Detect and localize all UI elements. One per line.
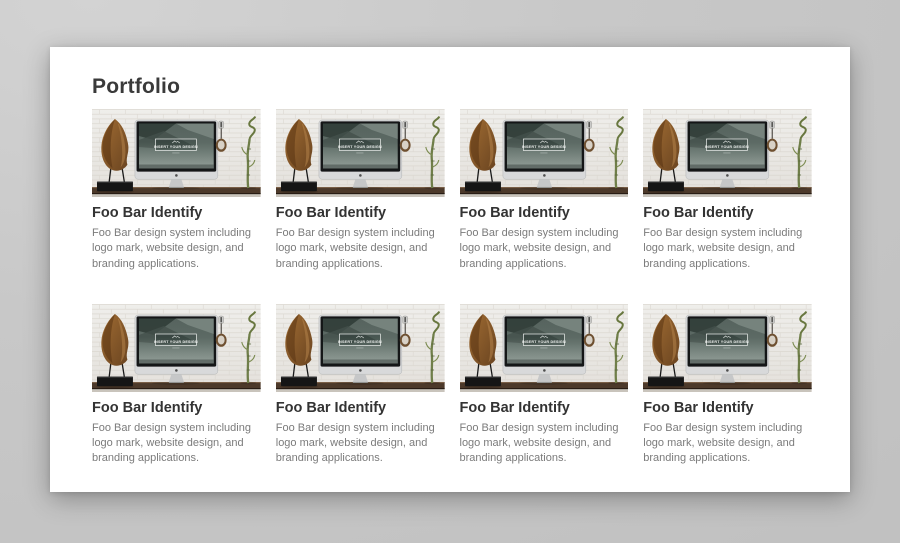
portfolio-item-title: Foo Bar Identify <box>92 205 261 222</box>
imac-mockup-image <box>643 109 812 197</box>
portfolio-item-description: Foo Bar design system including logo mar… <box>643 421 812 467</box>
portfolio-item-description: Foo Bar design system including logo mar… <box>460 421 629 467</box>
portfolio-item-description: Foo Bar design system including logo mar… <box>276 421 445 467</box>
portfolio-thumbnail[interactable] <box>276 304 445 392</box>
portfolio-thumbnail[interactable] <box>276 109 445 197</box>
portfolio-item[interactable]: Foo Bar Identify Foo Bar design system i… <box>92 109 261 272</box>
portfolio-item-title: Foo Bar Identify <box>643 400 812 417</box>
portfolio-thumbnail[interactable] <box>92 304 261 392</box>
imac-mockup-image <box>92 304 261 392</box>
portfolio-item-description: Foo Bar design system including logo mar… <box>643 226 812 272</box>
portfolio-item[interactable]: Foo Bar Identify Foo Bar design system i… <box>276 304 445 467</box>
portfolio-item-title: Foo Bar Identify <box>92 400 261 417</box>
portfolio-item[interactable]: Foo Bar Identify Foo Bar design system i… <box>643 109 812 272</box>
imac-mockup-image <box>460 304 629 392</box>
portfolio-item[interactable]: Foo Bar Identify Foo Bar design system i… <box>460 304 629 467</box>
portfolio-item-title: Foo Bar Identify <box>643 205 812 222</box>
imac-mockup-image <box>460 109 629 197</box>
imac-mockup-image <box>276 109 445 197</box>
portfolio-item-description: Foo Bar design system including logo mar… <box>92 421 261 467</box>
portfolio-card: Portfolio Foo Bar Identify Foo Bar desig… <box>50 47 850 492</box>
page-title: Portfolio <box>92 74 812 100</box>
portfolio-thumbnail[interactable] <box>460 109 629 197</box>
imac-mockup-image <box>92 109 261 197</box>
portfolio-item-title: Foo Bar Identify <box>276 205 445 222</box>
portfolio-grid: Foo Bar Identify Foo Bar design system i… <box>92 109 812 467</box>
portfolio-item-description: Foo Bar design system including logo mar… <box>92 226 261 272</box>
portfolio-item-description: Foo Bar design system including logo mar… <box>460 226 629 272</box>
portfolio-item[interactable]: Foo Bar Identify Foo Bar design system i… <box>643 304 812 467</box>
imac-mockup-image <box>643 304 812 392</box>
portfolio-item[interactable]: Foo Bar Identify Foo Bar design system i… <box>92 304 261 467</box>
portfolio-item[interactable]: Foo Bar Identify Foo Bar design system i… <box>276 109 445 272</box>
portfolio-item[interactable]: Foo Bar Identify Foo Bar design system i… <box>460 109 629 272</box>
portfolio-thumbnail[interactable] <box>643 109 812 197</box>
portfolio-thumbnail[interactable] <box>460 304 629 392</box>
imac-mockup-image <box>276 304 445 392</box>
portfolio-item-title: Foo Bar Identify <box>276 400 445 417</box>
portfolio-item-description: Foo Bar design system including logo mar… <box>276 226 445 272</box>
portfolio-thumbnail[interactable] <box>92 109 261 197</box>
portfolio-item-title: Foo Bar Identify <box>460 400 629 417</box>
portfolio-item-title: Foo Bar Identify <box>460 205 629 222</box>
portfolio-thumbnail[interactable] <box>643 304 812 392</box>
